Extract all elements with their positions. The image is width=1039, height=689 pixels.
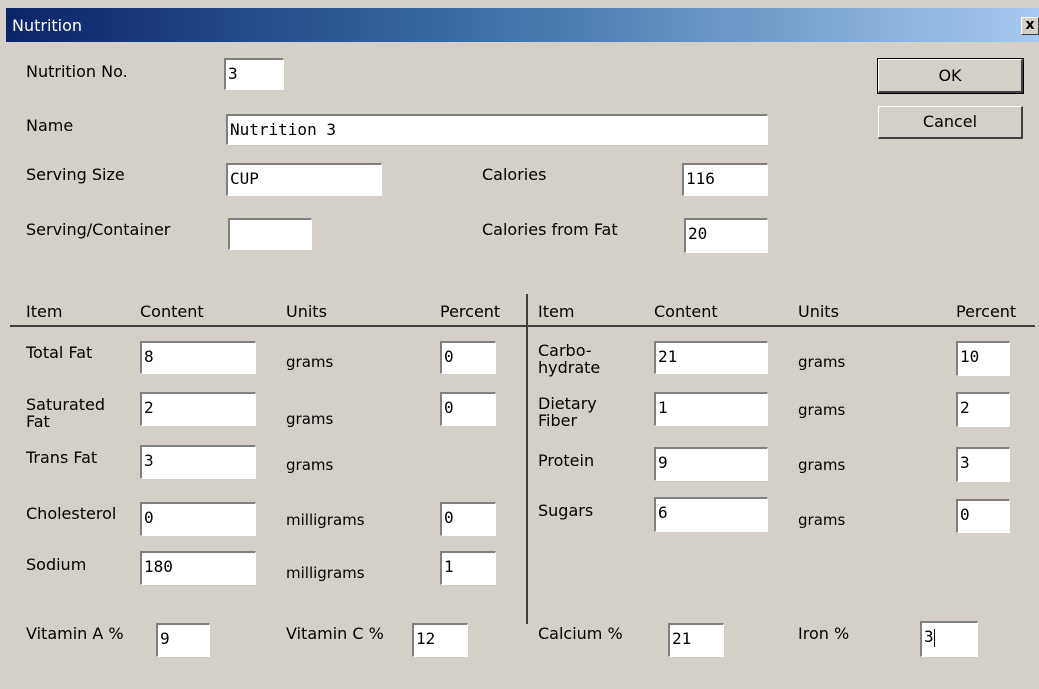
item-label-trans-fat: Trans Fat <box>26 448 98 467</box>
item-label-cholesterol: Cholesterol <box>26 504 117 523</box>
calories-fat-field[interactable]: 20 <box>684 218 768 253</box>
title-bar: Nutrition x <box>6 8 1039 42</box>
item-label-dietary-fiber: Dietary Fiber <box>538 394 597 430</box>
carbohydrate-percent-field[interactable]: 10 <box>956 341 1010 376</box>
calories-label: Calories <box>482 165 547 184</box>
close-icon[interactable]: x <box>1021 17 1039 35</box>
item-label-saturated-fat: Saturated Fat <box>26 395 106 431</box>
window-title: Nutrition <box>12 16 83 35</box>
sugars-units: grams <box>798 511 846 529</box>
item-label-protein: Protein <box>538 451 595 470</box>
nutrition-dialog: Nutrition x Nutrition No. 3 Name Nutriti… <box>0 0 1039 689</box>
nutrition-no-field[interactable]: 3 <box>224 58 284 90</box>
cholesterol-units: milligrams <box>286 511 365 529</box>
dialog-body: Nutrition No. 3 Name Nutrition 3 Serving… <box>6 42 1039 689</box>
carbohydrate-units: grams <box>798 353 846 371</box>
text-cursor <box>933 628 935 647</box>
item-label-sodium: Sodium <box>26 555 87 574</box>
protein-units: grams <box>798 456 846 474</box>
cholesterol-content-field[interactable]: 0 <box>140 502 256 536</box>
saturated-fat-content-field[interactable]: 2 <box>140 392 256 426</box>
calories-fat-label: Calories from Fat <box>482 220 618 239</box>
dietary-fiber-percent-field[interactable]: 2 <box>956 392 1010 427</box>
column-divider <box>526 294 528 624</box>
protein-percent-field[interactable]: 3 <box>956 447 1010 482</box>
left-units-header: Units <box>286 302 327 321</box>
name-field[interactable]: Nutrition 3 <box>226 114 768 145</box>
left-item-header: Item <box>26 302 63 321</box>
trans-fat-content-field[interactable]: 3 <box>140 445 256 479</box>
total-fat-units: grams <box>286 353 334 371</box>
serving-size-label: Serving Size <box>26 165 125 184</box>
sugars-content-field[interactable]: 6 <box>654 497 768 532</box>
vitamin-c-label: Vitamin C % <box>286 624 384 643</box>
protein-content-field[interactable]: 9 <box>654 447 768 481</box>
trans-fat-units: grams <box>286 456 334 474</box>
vitamin-a-label: Vitamin A % <box>26 624 124 643</box>
sodium-content-field[interactable]: 180 <box>140 551 256 585</box>
sodium-units: milligrams <box>286 564 365 582</box>
saturated-fat-units: grams <box>286 410 334 428</box>
iron-label: Iron % <box>798 624 850 643</box>
item-label-carbohydrate: Carbo- hydrate <box>538 341 601 377</box>
calcium-field[interactable]: 21 <box>668 623 724 657</box>
item-label-sugars: Sugars <box>538 501 594 520</box>
calories-field[interactable]: 116 <box>682 163 768 196</box>
right-content-header: Content <box>654 302 718 321</box>
ok-button[interactable]: OK <box>877 58 1024 94</box>
serving-container-label: Serving/Container <box>26 220 171 239</box>
serving-container-field[interactable] <box>228 218 312 250</box>
carbohydrate-content-field[interactable]: 21 <box>654 341 768 374</box>
left-content-header: Content <box>140 302 204 321</box>
vitamin-c-field[interactable]: 12 <box>412 623 468 657</box>
right-units-header: Units <box>798 302 839 321</box>
nutrition-no-label: Nutrition No. <box>26 62 128 81</box>
iron-field[interactable]: 3 <box>920 621 978 657</box>
item-label-total-fat: Total Fat <box>26 343 93 362</box>
sodium-percent-field[interactable]: 1 <box>440 551 496 585</box>
iron-value: 3 <box>924 627 934 646</box>
cholesterol-percent-field[interactable]: 0 <box>440 502 496 536</box>
sugars-percent-field[interactable]: 0 <box>956 499 1010 533</box>
vitamin-a-field[interactable]: 9 <box>156 623 210 657</box>
saturated-fat-percent-field[interactable]: 0 <box>440 392 496 426</box>
right-percent-header: Percent <box>956 302 1017 321</box>
serving-size-field[interactable]: CUP <box>226 163 382 196</box>
right-item-header: Item <box>538 302 575 321</box>
total-fat-percent-field[interactable]: 0 <box>440 341 496 374</box>
header-divider <box>10 325 1035 327</box>
dietary-fiber-units: grams <box>798 401 846 419</box>
cancel-button[interactable]: Cancel <box>878 106 1023 139</box>
left-percent-header: Percent <box>440 302 501 321</box>
name-label: Name <box>26 116 74 135</box>
dietary-fiber-content-field[interactable]: 1 <box>654 392 768 426</box>
calcium-label: Calcium % <box>538 624 623 643</box>
total-fat-content-field[interactable]: 8 <box>140 341 256 374</box>
